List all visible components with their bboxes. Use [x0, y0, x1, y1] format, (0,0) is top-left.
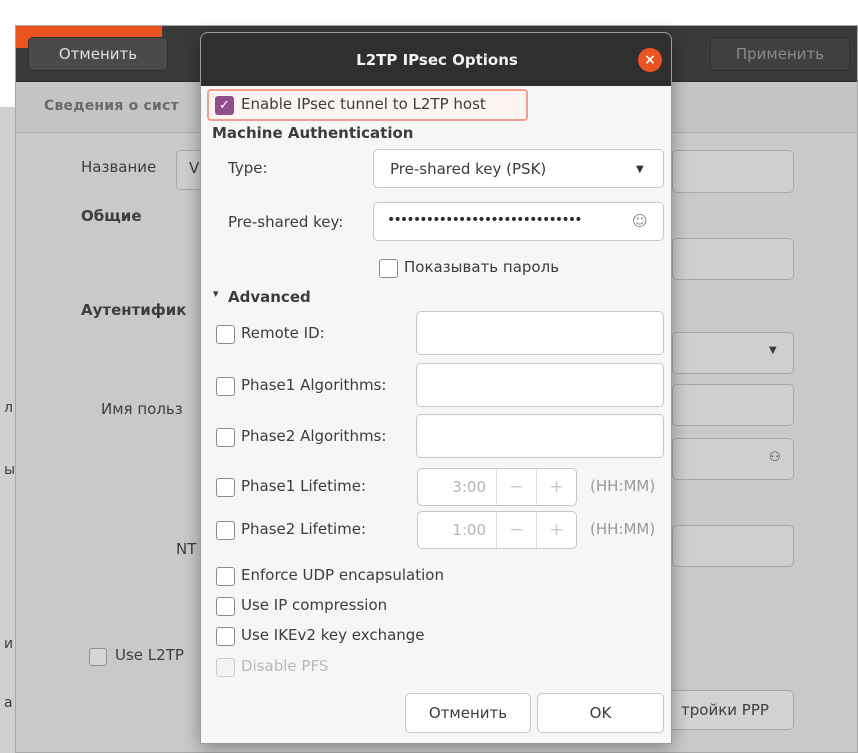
minus-icon[interactable]: − — [496, 469, 536, 505]
remote-id-input[interactable] — [416, 311, 664, 355]
password-field[interactable]: ⚇ — [672, 438, 794, 480]
type-label: Type: — [228, 159, 268, 177]
psk-label: Pre-shared key: — [228, 213, 344, 231]
phase1-lifetime-unit: (HH:MM) — [590, 477, 656, 495]
psk-input[interactable]: •••••••••••••••••••••••••••••• ☺ — [373, 202, 664, 241]
enable-ipsec-checkbox[interactable]: ✓ — [215, 96, 234, 115]
left-edge-text: а — [4, 695, 13, 711]
ikev2-label: Use IKEv2 key exchange — [241, 626, 425, 644]
auth-heading: Аутентифик — [81, 301, 187, 319]
enable-ipsec-label: Enable IPsec tunnel to L2TP host — [241, 95, 486, 113]
left-edge-text: ы — [4, 462, 16, 478]
phase1-algorithms-label: Phase1 Algorithms: — [241, 376, 387, 394]
username-label: Имя польз — [101, 400, 183, 418]
phase1-algorithms-checkbox[interactable] — [216, 377, 235, 396]
phase2-lifetime-label: Phase2 Lifetime: — [241, 520, 367, 538]
ip-compression-label: Use IP compression — [241, 596, 388, 614]
enforce-udp-label: Enforce UDP encapsulation — [241, 566, 444, 584]
phase2-algorithms-input[interactable] — [416, 414, 664, 458]
phase1-lifetime-checkbox[interactable] — [216, 478, 235, 497]
psk-value: •••••••••••••••••••••••••••••• — [387, 212, 583, 228]
dialog-title: L2TP IPsec Options — [356, 50, 518, 69]
parent-apply-button[interactable]: Применить — [710, 37, 850, 71]
close-icon[interactable]: × — [638, 48, 662, 72]
enforce-udp-checkbox[interactable] — [216, 567, 235, 586]
plus-icon[interactable]: + — [536, 469, 576, 505]
phase1-lifetime-label: Phase1 Lifetime: — [241, 477, 367, 495]
nt-domain-label: NT — [176, 540, 197, 558]
use-l2tp-label: Use L2TP — [115, 646, 184, 664]
phase1-lifetime-spinner[interactable]: 3:00 − + — [417, 468, 577, 506]
auth-type-dropdown[interactable]: Pre-shared key (PSK) ▼ — [373, 149, 664, 188]
user-key-icon[interactable]: ⚇ — [769, 450, 781, 465]
username-field[interactable] — [672, 384, 794, 426]
disable-pfs-checkbox[interactable] — [216, 658, 235, 677]
enable-ipsec-row[interactable]: ✓ Enable IPsec tunnel to L2TP host — [207, 89, 528, 121]
minus-icon[interactable]: − — [496, 512, 536, 548]
person-icon[interactable]: ☺ — [632, 212, 648, 230]
ppp-settings-label: тройки PPP — [681, 701, 769, 719]
phase2-lifetime-unit: (HH:MM) — [590, 520, 656, 538]
auth-type-value: Pre-shared key (PSK) — [390, 160, 547, 178]
dialog-cancel-label: Отменить — [428, 704, 508, 722]
dialog-cancel-button[interactable]: Отменить — [405, 693, 531, 733]
auth-type-combo[interactable]: ▼ — [672, 332, 794, 374]
phase2-algorithms-checkbox[interactable] — [216, 428, 235, 447]
left-edge-text: и — [4, 636, 14, 652]
dialog-titlebar: L2TP IPsec Options — [201, 33, 671, 86]
dialog-ok-button[interactable]: OK — [537, 693, 664, 733]
phase2-lifetime-checkbox[interactable] — [216, 521, 235, 540]
chevron-down-icon: ▼ — [636, 164, 644, 175]
name-field-value: V — [189, 159, 200, 177]
advanced-expander[interactable]: Advanced — [228, 288, 311, 306]
plus-icon[interactable]: + — [536, 512, 576, 548]
name-field-right[interactable] — [672, 150, 794, 193]
chevron-down-icon: ▼ — [769, 345, 777, 356]
dialog-ok-label: OK — [589, 704, 612, 722]
machine-auth-heading: Machine Authentication — [212, 124, 414, 142]
ip-compression-checkbox[interactable] — [216, 597, 235, 616]
left-edge-text: л — [4, 400, 13, 416]
phase2-algorithms-label: Phase2 Algorithms: — [241, 427, 387, 445]
nt-domain-field[interactable] — [672, 525, 794, 567]
phase1-algorithms-input[interactable] — [416, 363, 664, 407]
ppp-settings-button[interactable]: тройки PPP — [656, 690, 794, 730]
gateway-field[interactable] — [672, 238, 794, 280]
general-heading: Общие — [81, 207, 142, 225]
show-password-checkbox[interactable] — [379, 259, 398, 278]
remote-id-label: Remote ID: — [241, 324, 325, 342]
background-left-strip — [0, 107, 15, 753]
phase2-lifetime-value: 1:00 — [452, 521, 486, 539]
tab-system-info[interactable]: Сведения о сист — [44, 98, 179, 114]
name-label: Название — [81, 158, 157, 176]
phase2-lifetime-spinner[interactable]: 1:00 − + — [417, 511, 577, 549]
disable-pfs-label: Disable PFS — [241, 657, 329, 675]
parent-cancel-button[interactable]: Отменить — [28, 37, 168, 71]
remote-id-checkbox[interactable] — [216, 325, 235, 344]
use-l2tp-checkbox[interactable] — [89, 648, 107, 666]
l2tp-ipsec-options-dialog: L2TP IPsec Options × ✓ Enable IPsec tunn… — [200, 32, 672, 744]
expander-arrow-icon[interactable]: ▾ — [213, 287, 219, 300]
show-password-label: Показывать пароль — [404, 258, 560, 276]
phase1-lifetime-value: 3:00 — [452, 478, 486, 496]
ikev2-checkbox[interactable] — [216, 627, 235, 646]
